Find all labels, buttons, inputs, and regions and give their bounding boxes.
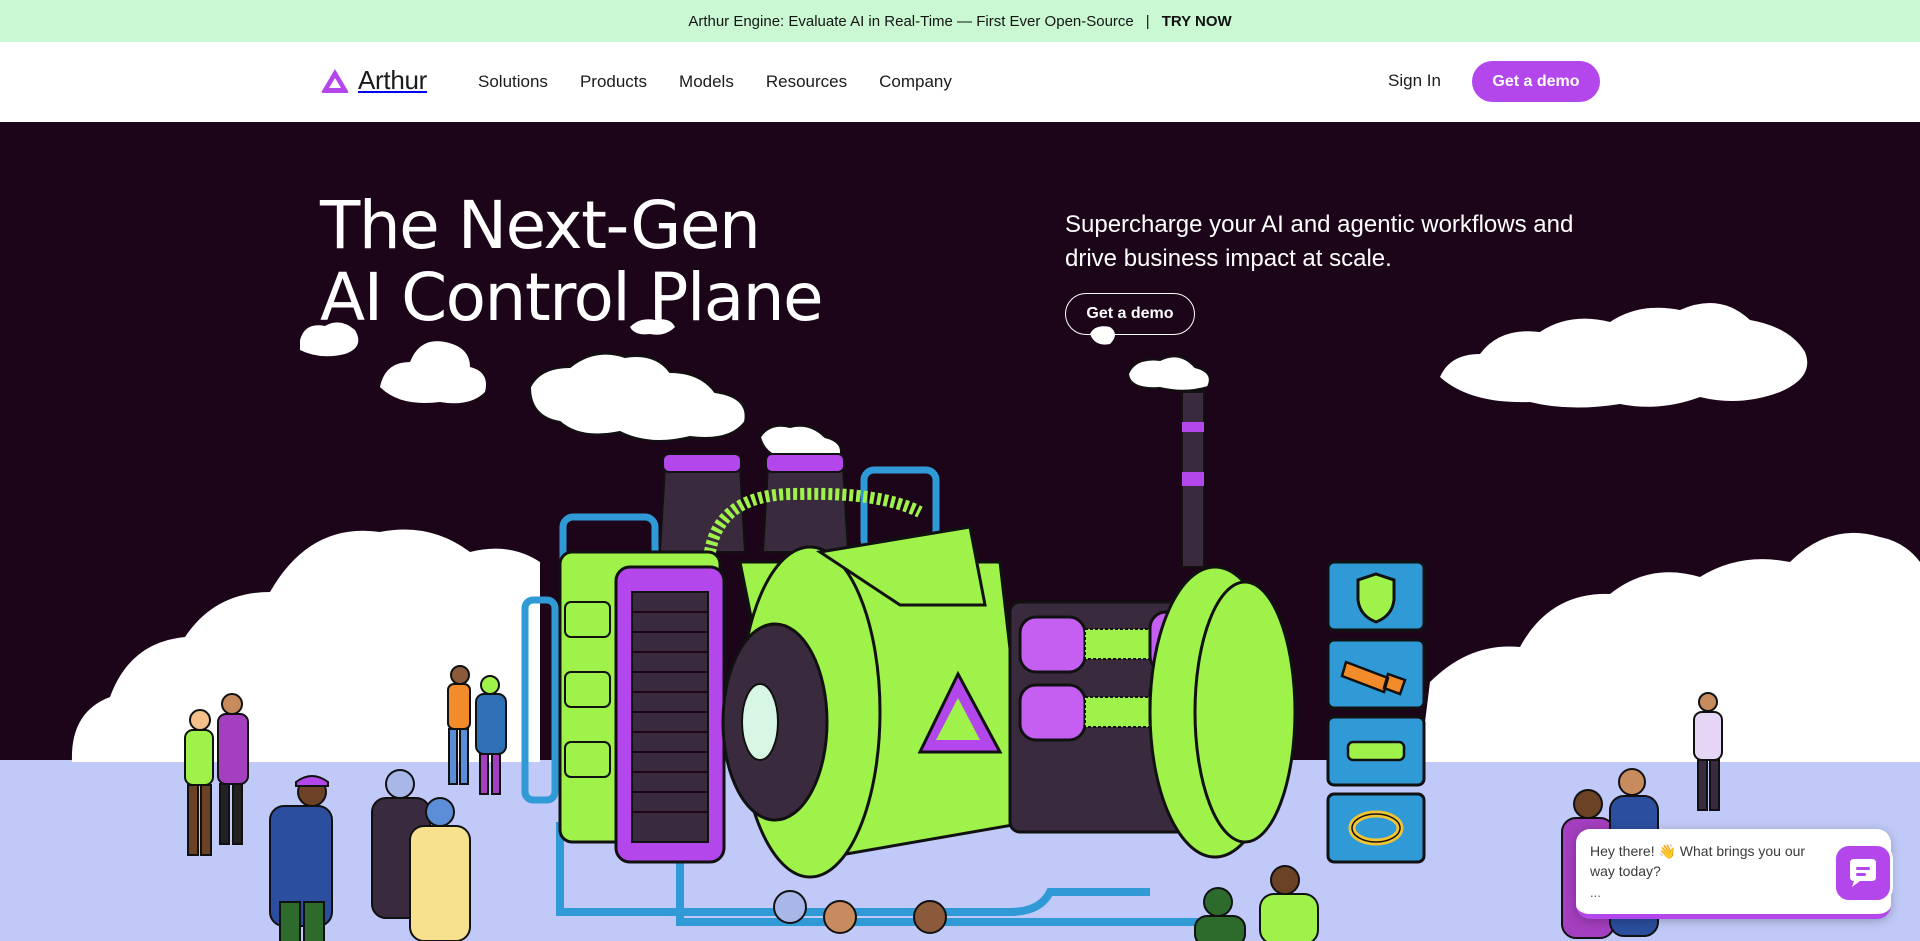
arthur-logo[interactable]: Arthur bbox=[320, 65, 427, 96]
nav-menu: Solutions Products Models Resources Comp… bbox=[478, 72, 952, 92]
try-now-link[interactable]: TRY NOW bbox=[1162, 13, 1232, 30]
cloud-2 bbox=[380, 341, 486, 404]
person-1 bbox=[184, 709, 214, 856]
cloud-8 bbox=[1440, 302, 1808, 408]
chat-typing-indicator: ... bbox=[1590, 885, 1601, 900]
headline-line-2: AI Control Plane bbox=[320, 259, 824, 336]
hero-section: The Next-Gen AI Control Plane Supercharg… bbox=[0, 122, 1920, 941]
person-13 bbox=[773, 890, 807, 924]
chat-message: Hey there! 👋 What brings you our way tod… bbox=[1590, 843, 1806, 879]
hero-subhead: Supercharge your AI and agentic workflow… bbox=[1065, 211, 1574, 272]
hero-illustration bbox=[0, 302, 1920, 941]
announcement-bar: Arthur Engine: Evaluate AI in Real-Time … bbox=[0, 0, 1920, 42]
person-15 bbox=[913, 900, 947, 934]
nav-item-resources[interactable]: Resources bbox=[766, 72, 847, 92]
hero-get-demo-button[interactable]: Get a demo bbox=[1065, 293, 1195, 335]
shield-icon bbox=[1356, 572, 1396, 624]
get-demo-button[interactable]: Get a demo bbox=[1472, 61, 1600, 102]
nav-item-solutions[interactable]: Solutions bbox=[478, 72, 548, 92]
arthur-triangle-icon bbox=[321, 68, 349, 93]
nav-item-company[interactable]: Company bbox=[879, 72, 952, 92]
logo-text: Arthur bbox=[358, 65, 428, 95]
main-nav: Arthur Solutions Products Models Resourc… bbox=[0, 42, 1920, 122]
announcement-text: Arthur Engine: Evaluate AI in Real-Time … bbox=[688, 12, 1134, 30]
sign-in-link[interactable]: Sign In bbox=[1388, 71, 1441, 91]
headline-line-1: The Next-Gen bbox=[320, 187, 761, 264]
announcement-separator: | bbox=[1145, 12, 1150, 30]
cloud-bank-right bbox=[1420, 532, 1920, 762]
nav-item-products[interactable]: Products bbox=[580, 72, 647, 92]
chat-launcher-button[interactable] bbox=[1833, 843, 1893, 903]
person-14 bbox=[823, 900, 857, 934]
nav-item-models[interactable]: Models bbox=[679, 72, 734, 92]
cloud-6 bbox=[1126, 355, 1211, 392]
person-3 bbox=[447, 665, 471, 785]
cloud-3 bbox=[528, 352, 747, 442]
chat-bubble-icon bbox=[1850, 859, 1876, 887]
cloud-bank-left bbox=[71, 529, 541, 762]
hero-headline: The Next-Gen AI Control Plane bbox=[320, 187, 824, 336]
bar-icon bbox=[1346, 740, 1406, 762]
